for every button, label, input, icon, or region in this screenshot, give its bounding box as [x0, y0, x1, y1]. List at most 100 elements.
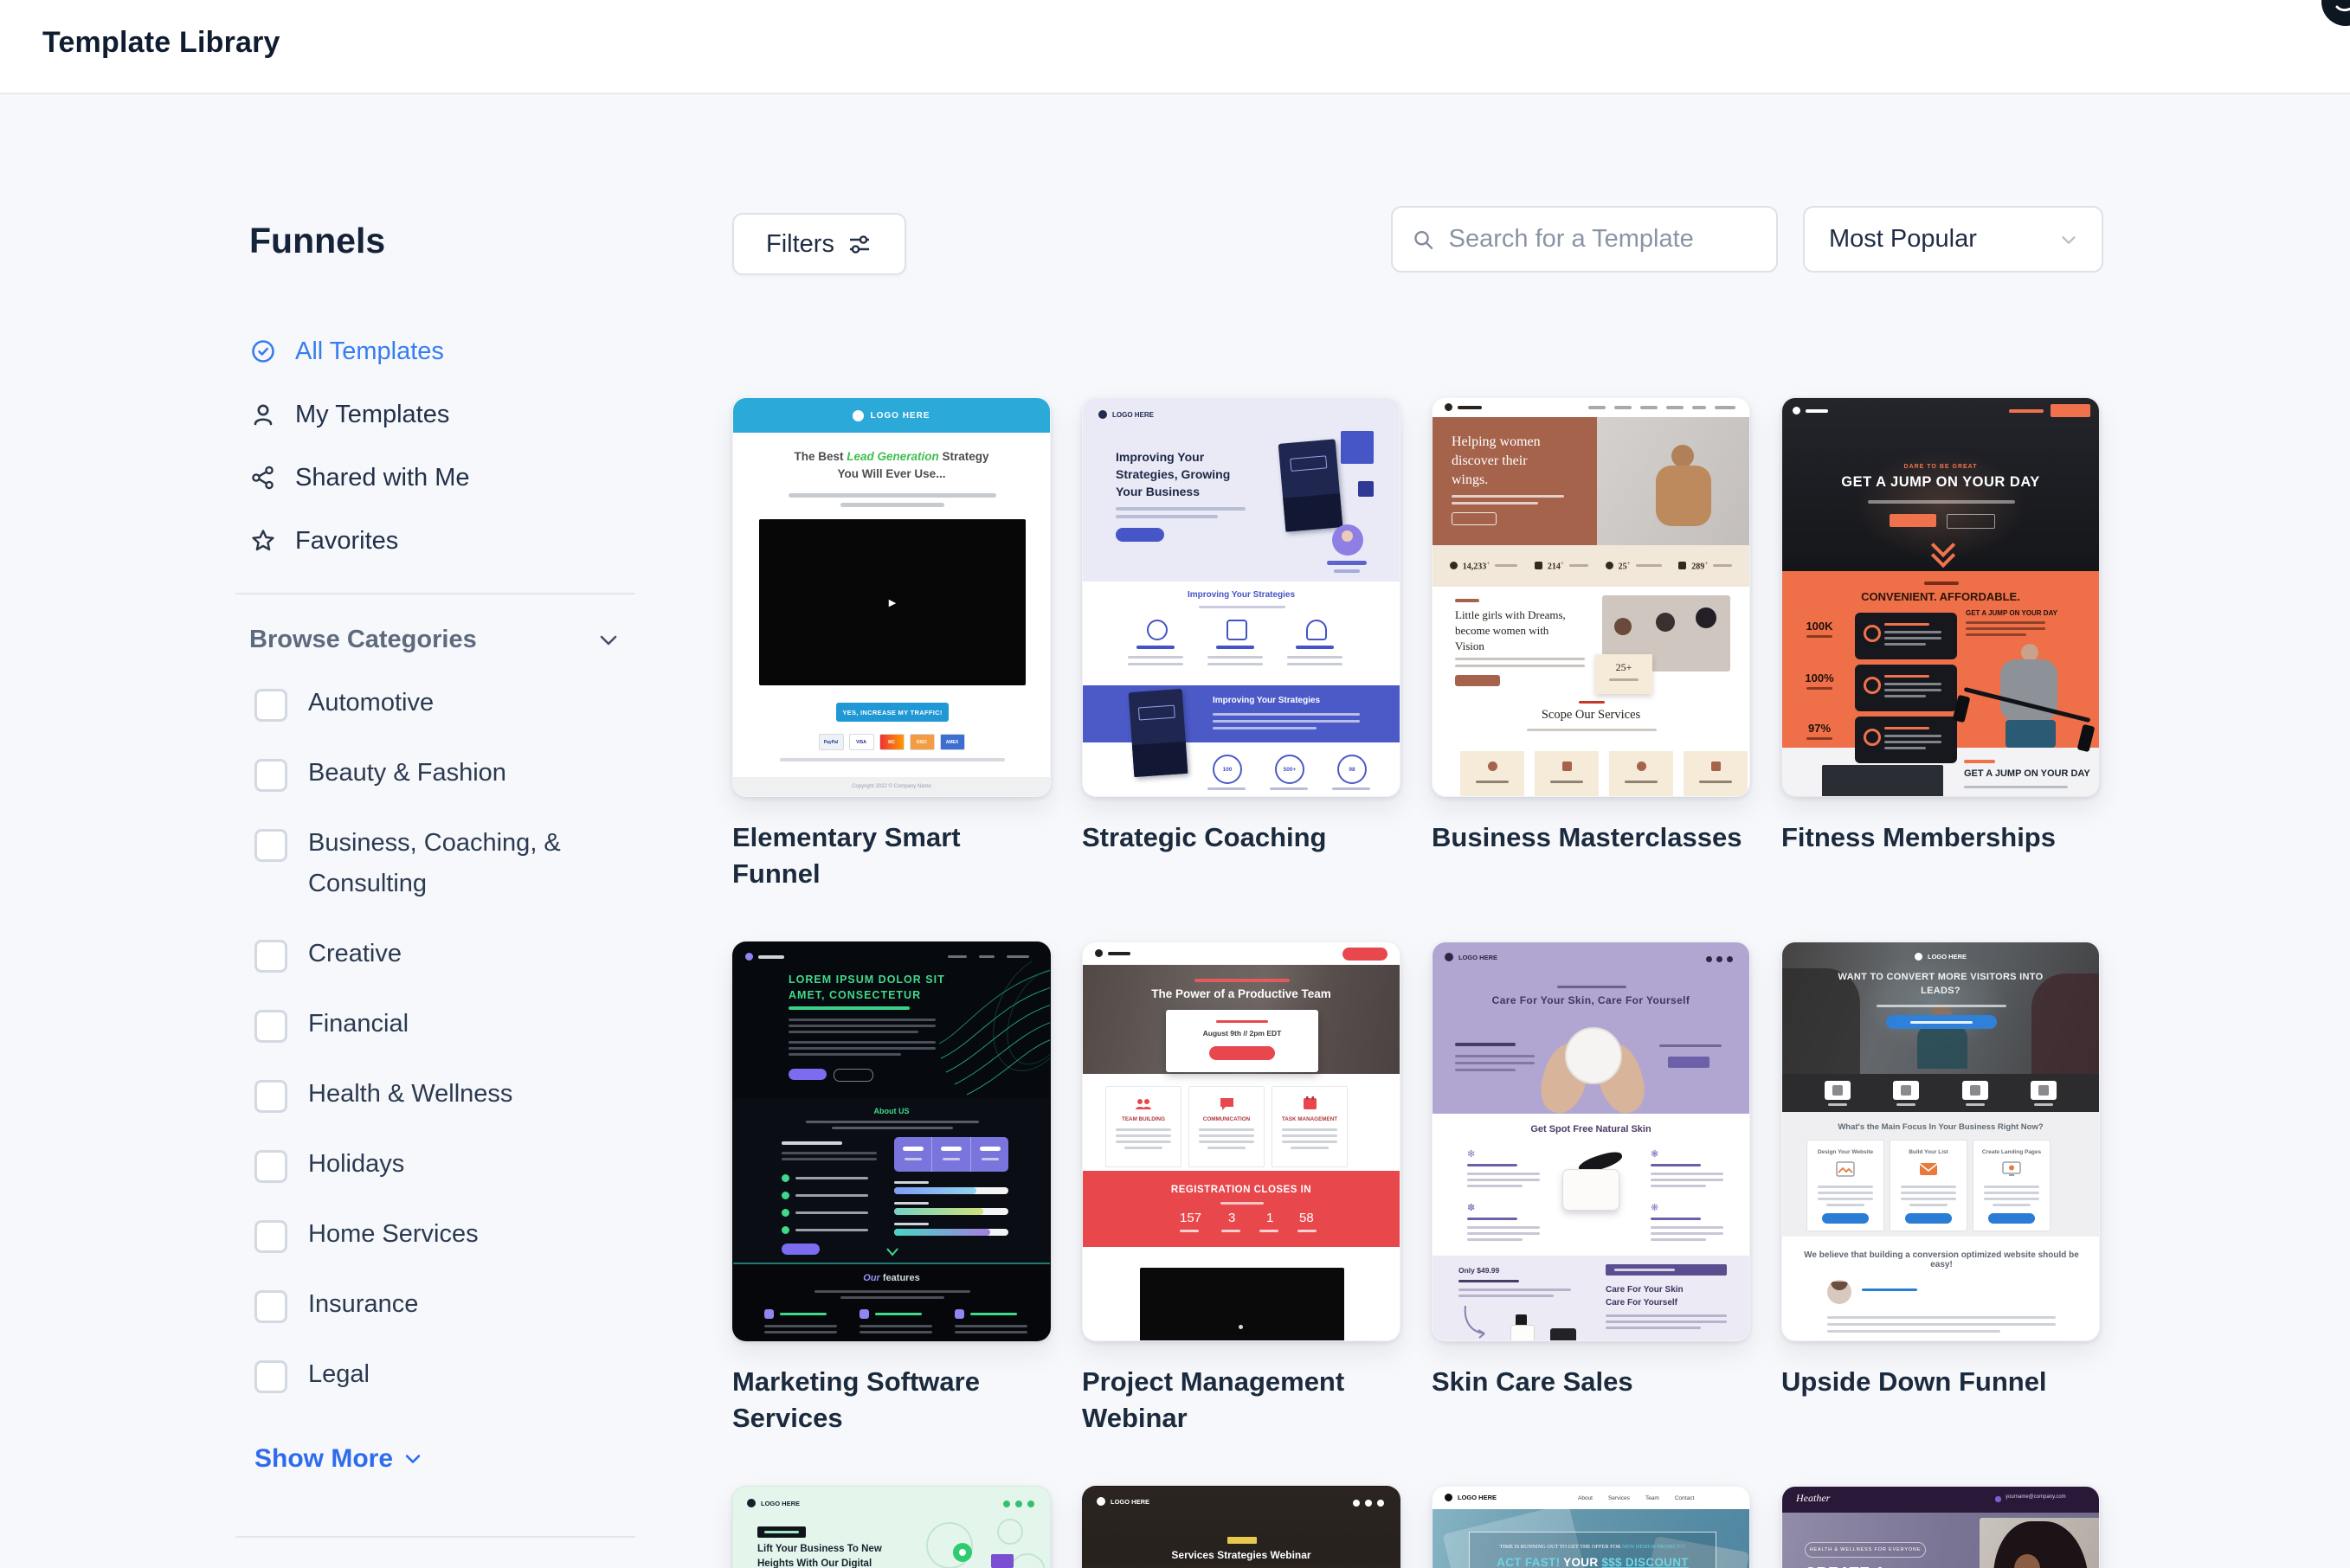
template-card: LOREM IPSUM DOLOR SITAMET, CONSECTETUR A… — [732, 941, 1051, 1436]
checkbox[interactable] — [254, 1080, 287, 1113]
service-box — [1535, 751, 1599, 797]
sort-dropdown[interactable]: Most Popular — [1803, 206, 2103, 273]
author-avatar — [1827, 1280, 1851, 1304]
placeholder-line — [764, 1331, 837, 1333]
category-holidays[interactable]: Holidays — [254, 1150, 635, 1185]
service-box — [1460, 751, 1524, 797]
category-automotive[interactable]: Automotive — [254, 689, 635, 723]
feature-icon — [955, 1309, 964, 1319]
template-thumbnail-skin-care-sales[interactable]: LOGO HERE Care For Your Skin, Care For Y… — [1432, 941, 1750, 1341]
about-heading: About US — [733, 1107, 1050, 1115]
placeholder-line — [1458, 1280, 1519, 1282]
template-card: Heather yourname@company.com HEALTH & WE… — [1781, 1486, 2100, 1568]
template-title[interactable]: Skin Care Sales — [1432, 1364, 1743, 1400]
template-search — [1391, 206, 1778, 273]
checkbox[interactable] — [254, 1220, 287, 1253]
progress-label — [894, 1202, 929, 1205]
template-title[interactable]: Upside Down Funnel — [1781, 1364, 2093, 1400]
placeholder-line — [764, 1325, 837, 1327]
template-title[interactable]: Elementary Smart Funnel — [732, 819, 1044, 892]
template-thumbnail-marketing-software-services[interactable]: LOREM IPSUM DOLOR SITAMET, CONSECTETUR A… — [732, 941, 1051, 1341]
feature-box — [1855, 665, 1957, 711]
category-label: Home Services — [308, 1214, 594, 1255]
checkbox[interactable] — [254, 1010, 287, 1043]
category-beauty-fashion[interactable]: Beauty & Fashion — [254, 759, 635, 794]
sidebar-item-shared-with-me[interactable]: Shared with Me — [249, 464, 635, 492]
feature-box — [1855, 613, 1957, 659]
cta-button — [1905, 1213, 1952, 1224]
checkbox[interactable] — [254, 1290, 287, 1323]
template-thumbnail-services-strategies-webinar[interactable]: LOGO HERE Services Strategies Webinar — [1082, 1486, 1400, 1568]
template-title[interactable]: Fitness Memberships — [1781, 819, 2093, 856]
template-title[interactable]: Project Management Webinar — [1082, 1364, 1394, 1436]
template-thumbnail-upside-down-funnel[interactable]: LOGO HERE WANT TO CONVERT MORE VISITORS … — [1781, 941, 2100, 1341]
show-more-link[interactable]: Show More — [254, 1444, 635, 1474]
progress-label — [894, 1181, 929, 1184]
nav-link-placeholder — [979, 955, 995, 958]
search-input[interactable] — [1447, 224, 1757, 254]
browse-categories-header[interactable]: Browse Categories — [249, 626, 621, 654]
category-list: Automotive Beauty & Fashion Business, Co… — [254, 689, 635, 1395]
sidebar: Funnels All Templates My Templates Share… — [235, 221, 635, 1568]
checkbox[interactable] — [254, 689, 287, 722]
placeholder-line — [1455, 1062, 1535, 1064]
placeholder-line — [1116, 507, 1246, 511]
logo-text: LOGO HERE — [1445, 1494, 1497, 1501]
template-thumbnail-design-discount[interactable]: LOGO HERE AboutServicesTeamContact TIME … — [1432, 1486, 1750, 1568]
checkbox[interactable] — [254, 829, 287, 862]
hero-tag — [757, 1526, 806, 1538]
template-thumbnail-elementary-smart-funnel[interactable]: LOGO HERE The Best Lead Generation Strat… — [732, 397, 1051, 797]
template-title[interactable]: Business Masterclasses — [1432, 819, 1743, 856]
sidebar-item-favorites[interactable]: Favorites — [249, 527, 635, 555]
thumb-headline: Helping womendiscover theirwings. — [1452, 433, 1541, 490]
category-label: Business, Coaching, & Consulting — [308, 823, 594, 904]
template-thumbnail-digital-marketing[interactable]: LOGO HERE Lift Your Business To NewHeigh… — [732, 1486, 1051, 1568]
placeholder-line — [860, 1331, 932, 1333]
template-title[interactable]: Strategic Coaching — [1082, 819, 1394, 856]
placeholder-line — [1467, 1164, 1517, 1166]
checkbox[interactable] — [254, 1150, 287, 1183]
category-business-coaching-consulting[interactable]: Business, Coaching, & Consulting — [254, 829, 635, 904]
placeholder-line — [1458, 1295, 1554, 1297]
template-thumbnail-strategic-coaching[interactable]: LOGO HERE Improving YourStrategies, Grow… — [1082, 397, 1400, 797]
logo-text — [1095, 949, 1130, 957]
category-insurance[interactable]: Insurance — [254, 1290, 635, 1325]
placeholder-line — [1467, 1238, 1523, 1241]
category-health-wellness[interactable]: Health & Wellness — [254, 1080, 635, 1115]
placeholder-line — [782, 1141, 842, 1145]
sidebar-item-all-templates[interactable]: All Templates — [249, 337, 635, 365]
stat-circle: 100 — [1213, 755, 1242, 784]
placeholder-line — [1296, 646, 1334, 649]
category-home-services[interactable]: Home Services — [254, 1220, 635, 1255]
chat-icon — [1220, 1096, 1234, 1111]
placeholder-line — [1455, 658, 1585, 660]
section-heading: Improving Your Strategies — [1083, 590, 1400, 600]
offer-line: TIME IS RUNNING OUT TO GET THE OFFER FOR… — [1470, 1544, 1716, 1550]
category-financial[interactable]: Financial — [254, 1010, 635, 1044]
template-thumbnail-health-wellness[interactable]: Heather yourname@company.com HEALTH & WE… — [1781, 1486, 2100, 1568]
webinar-panel: August 9th // 2pm EDT — [1166, 1010, 1318, 1072]
template-title[interactable]: Marketing Software Services — [732, 1364, 1044, 1436]
section-heading: Get Spot Free Natural Skin — [1433, 1124, 1749, 1134]
cta-button — [1988, 1213, 2035, 1224]
category-legal[interactable]: Legal — [254, 1360, 635, 1395]
social-icon — [1727, 956, 1733, 962]
category-creative[interactable]: Creative — [254, 940, 635, 974]
template-card: Helping womendiscover theirwings. 14,233… — [1432, 397, 1750, 892]
city-glow — [1083, 1561, 1400, 1568]
template-thumbnail-project-management-webinar[interactable]: The Power of a Productive Team August 9t… — [1082, 941, 1400, 1341]
checkbox[interactable] — [254, 940, 287, 973]
feature-icon: ✻ — [1467, 1148, 1475, 1160]
template-thumbnail-business-masterclasses[interactable]: Helping womendiscover theirwings. 14,233… — [1432, 397, 1750, 797]
template-thumbnail-fitness-memberships[interactable]: DARE TO BE GREAT GET A JUMP ON YOUR DAY … — [1781, 397, 2100, 797]
section-heading: CONVENIENT. AFFORDABLE. — [1782, 590, 2099, 603]
placeholder-line — [1455, 1069, 1516, 1071]
checkbox[interactable] — [254, 759, 287, 792]
placeholder-line — [1216, 646, 1254, 649]
cta-button — [1116, 528, 1164, 542]
sidebar-item-my-templates[interactable]: My Templates — [249, 401, 635, 428]
stat: 100K — [1791, 620, 1848, 633]
filters-button[interactable]: Filters — [732, 213, 906, 275]
checkbox[interactable] — [254, 1360, 287, 1393]
placeholder-line — [1467, 1179, 1540, 1181]
